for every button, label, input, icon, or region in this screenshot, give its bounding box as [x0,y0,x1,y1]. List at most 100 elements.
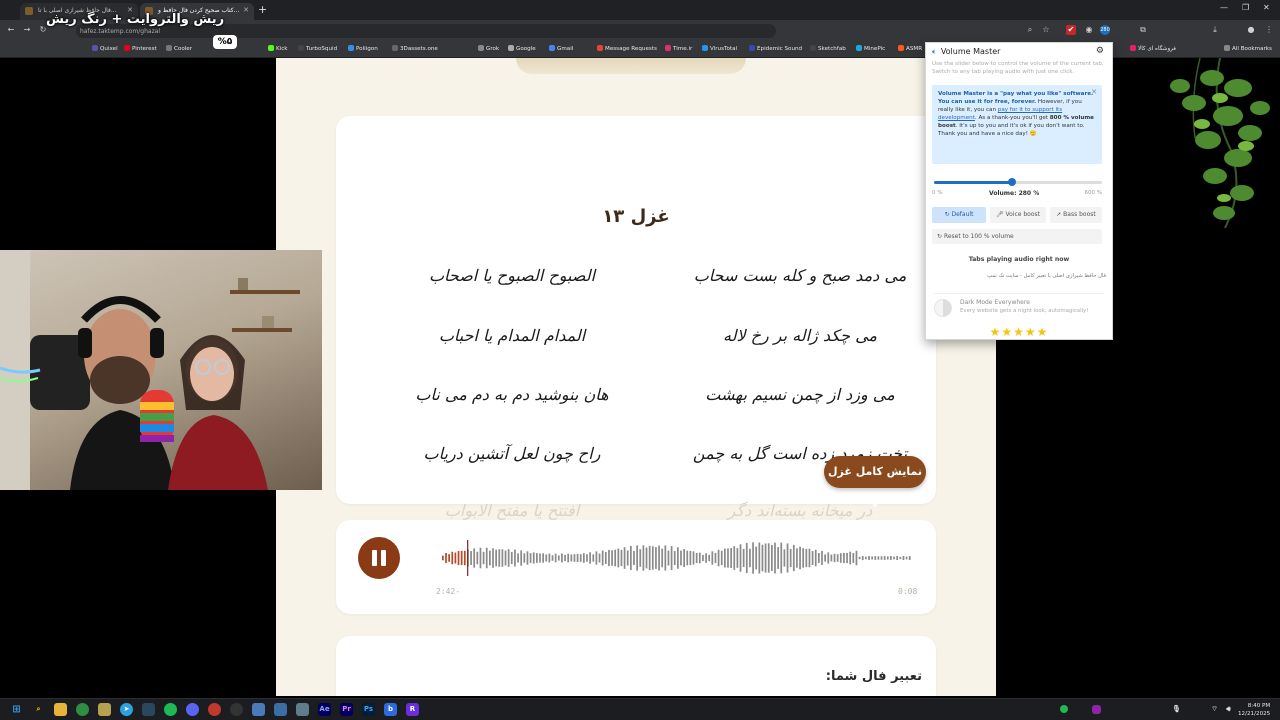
profile-avatar-icon[interactable]: ● [1246,25,1256,35]
start-windows-icon[interactable]: ⊞ [10,703,23,716]
app-b-icon[interactable]: b [384,703,397,716]
menu-kebab-icon[interactable]: ⋮ [1264,25,1274,35]
bookmark-pinterest[interactable]: Pinterest [124,45,157,52]
github-icon[interactable] [230,703,243,716]
bookmark-message-requests[interactable]: Message Requests [597,45,657,52]
bookmark-label: Epidemic Sound [757,46,803,52]
volume-slider-thumb[interactable] [1008,178,1017,186]
bookmark-asmr[interactable]: ASMR [898,45,922,52]
bookmark-turbosquid[interactable]: TurboSquid [298,45,337,52]
app-r-icon[interactable]: R [406,703,419,716]
bass-boost-button[interactable]: ➚ Bass boost [1050,207,1102,223]
chrome-icon[interactable] [76,703,89,716]
steam-icon[interactable] [142,703,155,716]
waveform-bar [739,544,742,572]
rating-stars[interactable]: ★★★★★ [926,325,1112,339]
back-icon[interactable]: ← [6,25,16,35]
file-explorer-icon[interactable] [54,703,67,716]
bookmark-all-bookmarks[interactable]: All Bookmarks [1224,45,1272,52]
search-icon[interactable]: ⌕ [1025,25,1035,35]
telegram-icon[interactable]: ➤ [120,703,133,716]
close-icon[interactable]: ✕ [1091,88,1097,96]
app-icon[interactable] [208,703,221,716]
bookmark-gmail[interactable]: Gmail [549,45,573,52]
bookmark-favicon-icon [898,45,904,51]
bookmark-quixel[interactable]: Quixel [92,45,118,52]
dark-mode-promo[interactable]: Dark Mode Everywhere Every website gets … [934,293,1104,319]
bookmark-poliigon[interactable]: Poliigon [348,45,378,52]
download-icon[interactable]: ⤓ [1210,25,1220,35]
volume-icon[interactable]: 🔊︎ [1224,703,1233,716]
forward-icon[interactable]: → [22,25,32,35]
volume-master-extension-icon[interactable]: 280 [1100,25,1110,35]
search-icon[interactable]: ⌕ [32,703,45,716]
default-mode-button[interactable]: ↻ Default [932,207,986,223]
tray-app-icon[interactable] [1092,705,1101,714]
after-effects-icon[interactable]: Ae [318,703,331,716]
window-close-icon[interactable]: ✕ [1263,3,1270,12]
bookmark-time-ir[interactable]: Time.ir [665,45,692,52]
minimize-icon[interactable]: — [1220,3,1228,12]
bookmark-kick[interactable]: Kick [268,45,288,52]
spotify-icon[interactable] [164,703,177,716]
waveform-bar [451,551,454,565]
bookmark-favicon-icon [810,45,816,51]
bookmark-google[interactable]: Google [508,45,536,52]
waveform-bar [485,547,488,569]
waveform-bar [532,552,535,564]
maximize-icon[interactable]: ❐ [1242,3,1249,12]
discord-icon[interactable] [186,703,199,716]
audio-waveform[interactable] [442,538,912,578]
extensions-puzzle-icon[interactable]: ⧉ [1138,25,1148,35]
bookmark-minepic[interactable]: MinePic [856,45,885,52]
bookmark-cooler[interactable]: Cooler [166,45,192,52]
remote-desktop-icon[interactable] [252,703,265,716]
bookmark-virustotal[interactable]: VirusTotal [702,45,737,52]
waveform-bar [567,553,570,563]
notes-icon[interactable] [296,703,309,716]
gear-icon[interactable]: ⚙ [1096,46,1104,56]
waveform-bar [589,552,591,564]
bookmark-label: Sketchfab [818,46,846,52]
pause-button[interactable] [358,537,400,579]
tray-spotify-icon[interactable] [1060,705,1068,713]
extension-icon[interactable]: ✔ [1066,25,1076,35]
docs-icon[interactable] [274,703,287,716]
voice-boost-button[interactable]: 🎤︎ Voice boost [990,207,1046,223]
audio-tab-item[interactable]: فال حافظ شیرازی اصلی با تعبیر کامل - سای… [934,273,1106,279]
dark-mode-subtitle: Every website gets a night look, automag… [960,308,1089,314]
waveform-bar [442,555,444,561]
waveform-bar [583,553,585,563]
premiere-icon[interactable]: Pr [340,703,353,716]
waveform-bar [824,554,826,562]
photoshop-icon[interactable]: Ps [362,703,375,716]
wifi-icon[interactable]: ⌔ [1210,703,1219,716]
waveform-bar [764,543,767,573]
bookmark-grok[interactable]: Grok [478,45,499,52]
reset-volume-button[interactable]: ↻ Reset to 100 % volume [932,229,1102,244]
bookmark-sketchfab[interactable]: Sketchfab [810,45,846,52]
playhead[interactable] [467,540,469,576]
extension-icon[interactable]: ◉ [1084,25,1094,35]
bookmark-epidemic-sound[interactable]: Epidemic Sound [749,45,802,52]
new-tab-plus-icon[interactable]: + [258,3,267,16]
bookmark-label: Google [516,46,536,52]
bookmark-3dassets[interactable]: 3Dassets.one [392,45,438,52]
bookmark-star-icon[interactable]: ☆ [1041,25,1051,35]
show-full-ghazal-button[interactable]: نمایش کامل غزل ↓ [824,456,926,510]
system-clock[interactable]: 8:40 PM 12/21/2025 [1238,702,1270,718]
bookmark-shop[interactable]: فروشگاه ای کالا [1130,45,1176,52]
waveform-bar [601,550,604,566]
app-icon[interactable] [98,703,111,716]
bookmark-label: Kick [276,46,288,52]
microphone-icon[interactable]: 🎙︎ [1172,703,1181,716]
clock-date: 12/21/2025 [1238,711,1271,717]
waveform-bar [520,550,523,566]
waveform-bar [542,553,544,563]
volume-slider[interactable] [934,178,1102,186]
bookmark-favicon-icon [549,45,555,51]
bookmark-label: Grok [486,46,500,52]
waveform-bar [877,556,880,560]
speaker-icon: 🔈︎ [932,47,937,56]
close-icon[interactable]: ✕ [243,6,249,14]
